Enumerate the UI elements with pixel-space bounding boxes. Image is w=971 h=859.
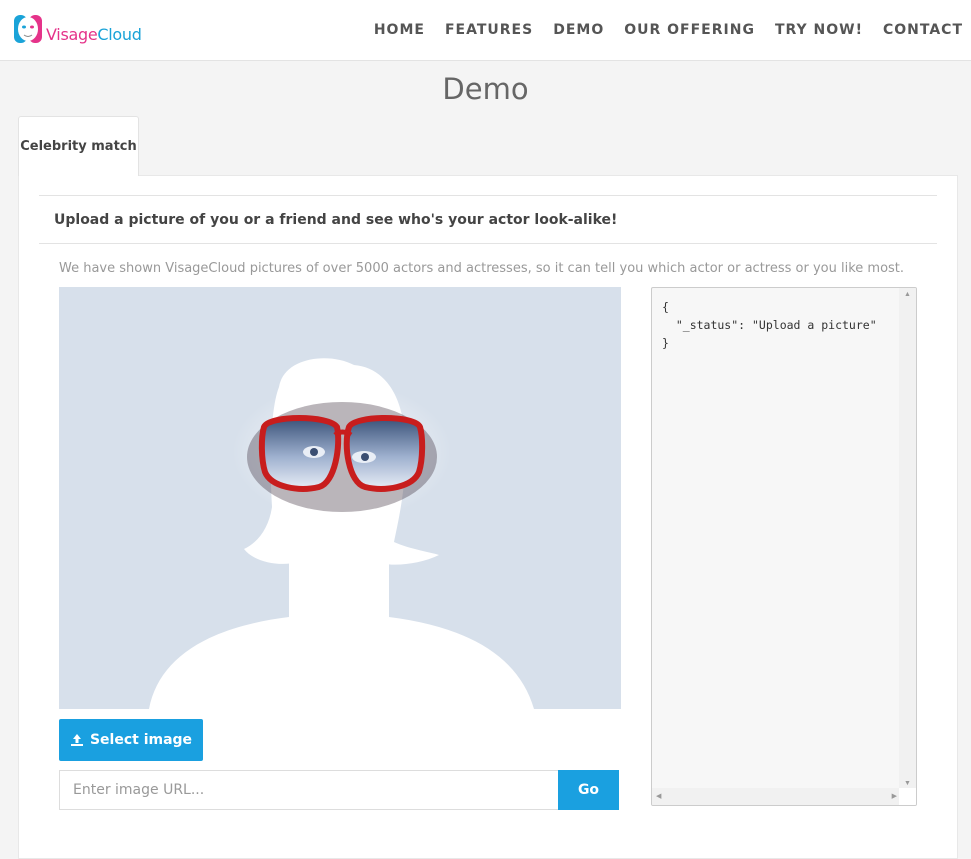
scrollbar-corner	[899, 788, 916, 805]
face-logo-icon	[14, 15, 42, 43]
scroll-right-arrow-icon[interactable]: ▶	[892, 792, 897, 800]
nav-try-now[interactable]: TRY NOW!	[775, 22, 863, 38]
placeholder-silhouette-image	[149, 358, 534, 709]
description-text: We have shown VisageCloud pictures of ov…	[59, 261, 905, 276]
card-heading: Upload a picture of you or a friend and …	[39, 195, 937, 244]
logo-text: VisageCloud	[46, 25, 142, 44]
nav-features[interactable]: FEATURES	[445, 22, 533, 38]
horizontal-scrollbar[interactable]: ◀ ▶	[652, 788, 901, 805]
main-nav: HOME FEATURES DEMO OUR OFFERING TRY NOW!…	[354, 22, 963, 38]
scroll-up-arrow-icon[interactable]: ▲	[904, 291, 911, 298]
site-header: VisageCloud HOME FEATURES DEMO OUR OFFER…	[0, 0, 971, 61]
upload-icon	[70, 734, 83, 746]
image-preview	[59, 287, 621, 709]
nav-demo[interactable]: DEMO	[553, 22, 604, 38]
tab-celebrity-match[interactable]: Celebrity match	[18, 116, 139, 176]
go-button[interactable]: Go	[558, 770, 619, 810]
nav-our-offering[interactable]: OUR OFFERING	[624, 22, 755, 38]
scroll-left-arrow-icon[interactable]: ◀	[656, 792, 661, 800]
select-image-label: Select image	[89, 732, 193, 748]
logo-text-visage: Visage	[46, 24, 98, 44]
scroll-down-arrow-icon[interactable]: ▼	[904, 780, 911, 787]
json-output-text: { "_status": "Upload a picture" }	[662, 300, 877, 350]
logo[interactable]: VisageCloud	[12, 9, 152, 49]
vertical-scrollbar[interactable]: ▲ ▼	[899, 288, 916, 790]
image-url-input[interactable]	[59, 770, 559, 810]
json-output-box[interactable]: { "_status": "Upload a picture" } ▲ ▼ ◀ …	[651, 287, 917, 806]
page-title: Demo	[442, 72, 529, 106]
logo-text-cloud: Cloud	[97, 24, 142, 44]
select-image-button[interactable]: Select image	[59, 719, 203, 761]
nav-contact[interactable]: CONTACT	[883, 22, 963, 38]
nav-home[interactable]: HOME	[374, 22, 425, 38]
